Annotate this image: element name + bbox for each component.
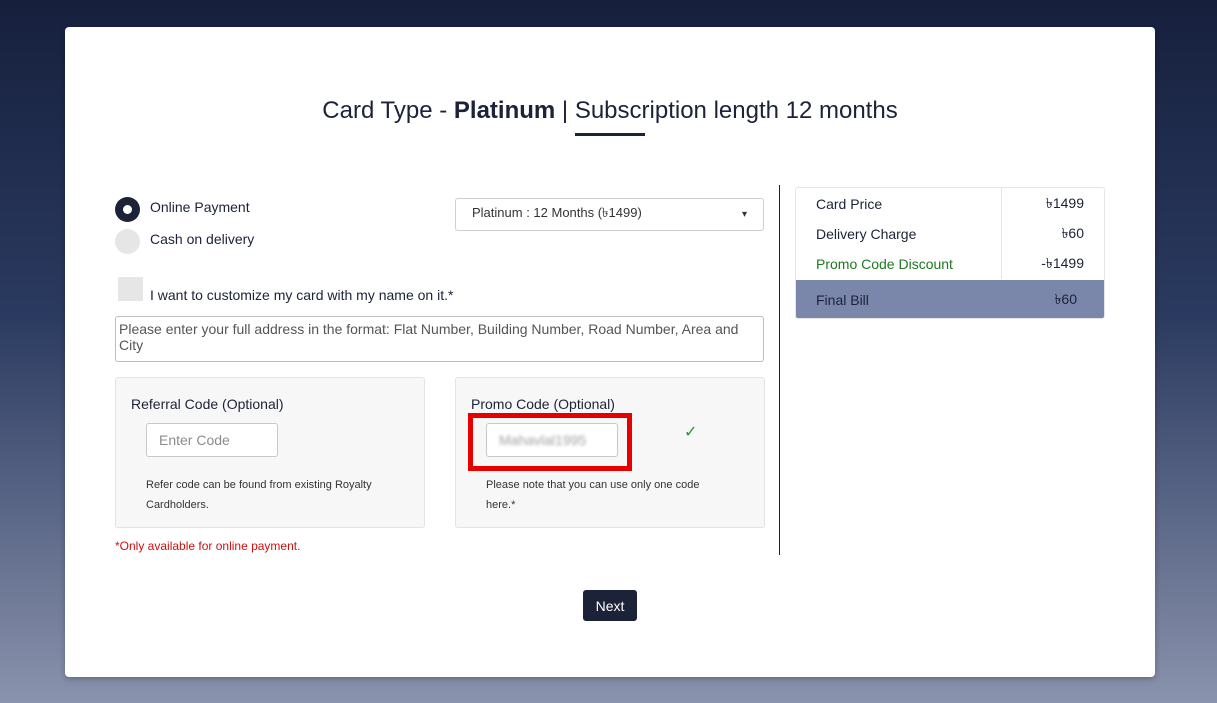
referral-code-box: Referral Code (Optional) Enter Code Refe… xyxy=(115,377,425,528)
promo-note: Please note that you can use only one co… xyxy=(486,479,700,511)
plan-select-value: Platinum : 12 Months (৳1499) xyxy=(472,205,642,220)
card-price-value: ৳1499 xyxy=(1045,195,1084,211)
summary-row-discount: Promo Code Discount -৳1499 xyxy=(796,249,1104,279)
page-title: Card Type - Platinum | Subscription leng… xyxy=(65,97,1155,125)
title-separator: | xyxy=(555,97,575,124)
title-prefix: Card Type - xyxy=(322,97,454,124)
online-payment-note: *Only available for online payment. xyxy=(115,539,301,553)
check-icon: ✓ xyxy=(684,424,698,441)
referral-note: Refer code can be found from existing Ro… xyxy=(146,479,372,511)
radio-label-cod: Cash on delivery xyxy=(150,230,255,247)
radio-label-online: Online Payment xyxy=(150,198,250,215)
radio-selected-icon[interactable] xyxy=(115,197,140,222)
final-bill-value: ৳60 xyxy=(1054,291,1077,307)
promo-highlight-box xyxy=(468,413,632,471)
discount-label: Promo Code Discount xyxy=(816,256,953,272)
summary-row-delivery: Delivery Charge ৳60 xyxy=(796,219,1104,249)
title-subscription: Subscription length 12 months xyxy=(574,97,898,124)
summary-row-final: Final Bill ৳60 xyxy=(796,280,1104,318)
promo-title: Promo Code (Optional) xyxy=(471,396,615,412)
radio-online-payment[interactable]: Online Payment xyxy=(115,197,250,222)
delivery-value: ৳60 xyxy=(1061,225,1084,241)
customize-checkbox[interactable] xyxy=(118,277,143,301)
radio-unselected-icon[interactable] xyxy=(115,229,140,254)
discount-value: -৳1499 xyxy=(1041,255,1084,271)
title-card-type: Platinum xyxy=(453,97,556,124)
customize-row[interactable]: I want to customize my card with my name… xyxy=(118,277,454,303)
summary-row-card-price: Card Price ৳1499 xyxy=(796,189,1104,219)
vertical-divider xyxy=(779,185,780,555)
delivery-label: Delivery Charge xyxy=(816,226,917,242)
plan-select[interactable]: Platinum : 12 Months (৳1499) ▾ xyxy=(455,198,764,231)
card-price-label: Card Price xyxy=(816,196,883,212)
next-button[interactable]: Next xyxy=(583,590,637,621)
customize-label: I want to customize my card with my name… xyxy=(150,287,454,303)
referral-placeholder: Enter Code xyxy=(159,432,230,448)
final-bill-label: Final Bill xyxy=(816,292,869,308)
address-field[interactable]: Please enter your full address in the fo… xyxy=(115,316,764,362)
referral-title: Referral Code (Optional) xyxy=(131,396,284,412)
address-placeholder: Please enter your full address in the fo… xyxy=(119,321,739,353)
promo-code-box: Promo Code (Optional) Mahavlal1995 ✓ Ple… xyxy=(455,377,765,528)
referral-code-input[interactable]: Enter Code xyxy=(146,423,278,457)
title-underline xyxy=(575,133,645,136)
bill-summary: Card Price ৳1499 Delivery Charge ৳60 Pro… xyxy=(795,187,1105,319)
checkout-card: Card Type - Platinum | Subscription leng… xyxy=(65,27,1155,677)
radio-cash-on-delivery[interactable]: Cash on delivery xyxy=(115,229,254,254)
chevron-down-icon: ▾ xyxy=(741,209,747,220)
